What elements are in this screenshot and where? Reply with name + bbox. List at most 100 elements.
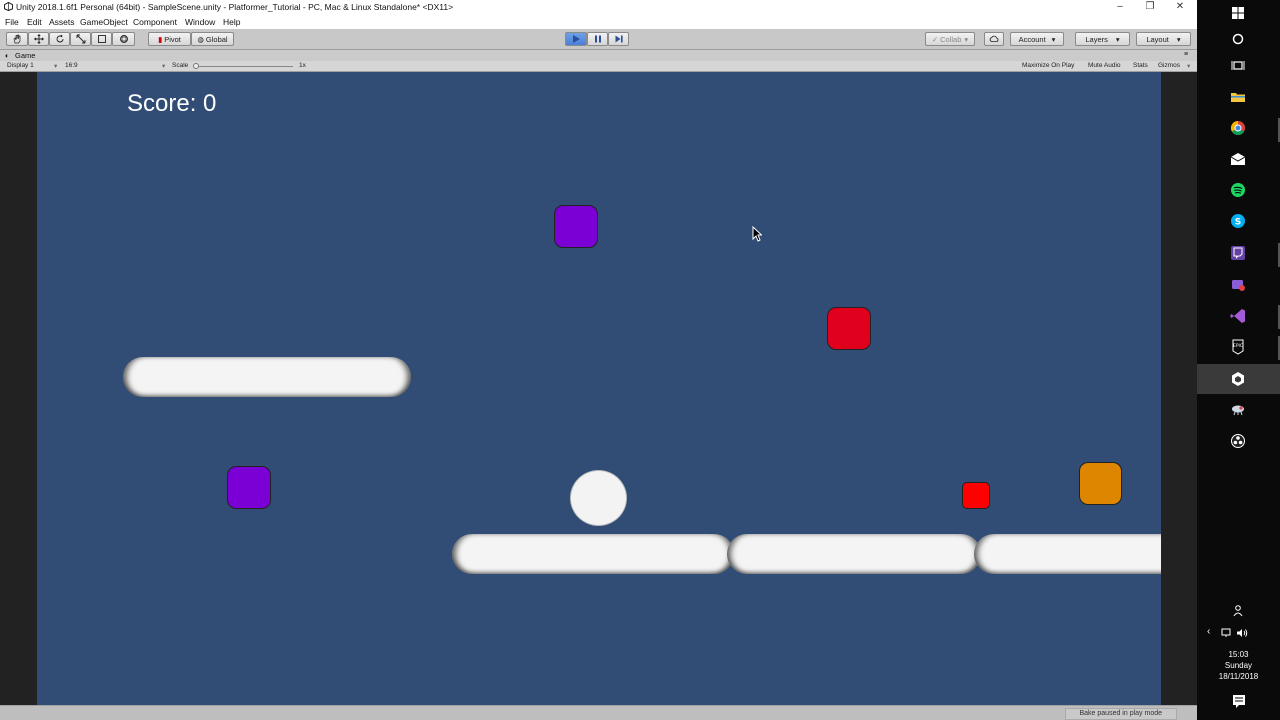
platform-lower-1	[452, 534, 734, 574]
skype-icon[interactable]: S	[1229, 212, 1247, 230]
mouse-cursor-icon	[752, 226, 762, 242]
chevron-left-icon[interactable]: ‹	[1207, 626, 1210, 637]
rotate-tool-button[interactable]	[49, 32, 70, 46]
chevron-down-icon: ▾	[1115, 34, 1120, 44]
account-dropdown[interactable]: Account ▾	[1010, 32, 1064, 46]
hand-tool-button[interactable]	[6, 32, 28, 46]
cloud-icon	[989, 35, 999, 42]
display-dropdown[interactable]: Display 1	[7, 62, 34, 69]
task-view-icon[interactable]	[1229, 57, 1247, 75]
rect-icon	[97, 35, 106, 43]
menu-edit[interactable]: Edit	[27, 17, 42, 27]
app-icon[interactable]	[1229, 276, 1247, 294]
svg-text:EPIC: EPIC	[1233, 343, 1243, 349]
gizmos-toggle[interactable]: Gizmos	[1158, 62, 1180, 69]
chevron-down-icon: ▾	[1051, 34, 1056, 44]
game-tab-header: ◐ Game ≡	[0, 50, 1197, 61]
player-ball	[570, 470, 627, 526]
purple-block	[227, 466, 271, 509]
cortana-icon[interactable]	[1229, 30, 1247, 48]
layout-label: Layout	[1146, 34, 1169, 44]
globe-icon: ◍	[197, 34, 204, 44]
clock-time[interactable]: 15:03	[1197, 650, 1280, 659]
epic-games-icon[interactable]: EPIC	[1229, 338, 1247, 356]
pause-button[interactable]	[587, 32, 608, 46]
notifications-icon[interactable]	[1230, 692, 1248, 710]
chevron-down-icon: ▾	[964, 34, 969, 44]
layers-dropdown[interactable]: Layers ▾	[1075, 32, 1130, 46]
step-icon	[615, 35, 623, 43]
menu-help[interactable]: Help	[223, 17, 240, 27]
pivot-icon: ▮	[158, 34, 163, 44]
rect-tool-button[interactable]	[91, 32, 112, 46]
transform-tool-button[interactable]	[112, 32, 135, 46]
purple-block	[554, 205, 598, 248]
pivot-toggle[interactable]: ▮ Pivot	[148, 32, 191, 46]
move-tool-button[interactable]	[28, 32, 49, 46]
layout-dropdown[interactable]: Layout ▾	[1136, 32, 1191, 46]
people-icon[interactable]	[1230, 602, 1248, 620]
file-explorer-icon[interactable]	[1229, 88, 1247, 106]
menu-gameobject[interactable]: GameObject	[80, 17, 128, 27]
visual-studio-icon[interactable]	[1229, 307, 1247, 325]
game-viewport[interactable]: Score: 0	[37, 72, 1161, 705]
mute-audio-toggle[interactable]: Mute Audio	[1088, 62, 1121, 69]
menu-assets[interactable]: Assets	[49, 17, 75, 27]
chrome-icon[interactable]	[1229, 119, 1247, 137]
transform-icon	[119, 35, 128, 43]
layers-label: Layers	[1085, 34, 1108, 44]
game-view-toolbar: Display 1 ▾ 16:9 ▾ Scale 1x Maximize On …	[0, 61, 1197, 72]
pause-icon	[594, 35, 601, 43]
collab-dropdown[interactable]: ✓ Collab ▾	[925, 32, 975, 46]
obs-icon[interactable]	[1229, 432, 1247, 450]
game-tab-icon: ◐	[5, 51, 10, 60]
platform-lower-2	[727, 534, 981, 574]
scale-tool-button[interactable]	[70, 32, 91, 46]
maximize-on-play-toggle[interactable]: Maximize On Play	[1022, 62, 1074, 69]
system-tray: ‹	[1205, 625, 1275, 641]
small-red-block	[962, 482, 990, 509]
app-icon[interactable]	[1229, 401, 1247, 419]
play-icon	[573, 35, 580, 43]
menu-file[interactable]: File	[5, 17, 19, 27]
chevron-down-icon: ▾	[162, 63, 166, 70]
scale-label: Scale	[172, 62, 189, 69]
close-button[interactable]: ✕	[1165, 0, 1195, 15]
mail-icon[interactable]	[1229, 150, 1247, 168]
pivot-label: Pivot	[164, 34, 181, 44]
stats-toggle[interactable]: Stats	[1133, 62, 1148, 69]
global-toggle[interactable]: ◍ Global	[191, 32, 234, 46]
scale-slider-handle[interactable]	[193, 63, 199, 69]
restore-button[interactable]: ❐	[1135, 0, 1165, 15]
volume-icon[interactable]	[1236, 628, 1248, 638]
menu-component[interactable]: Component	[133, 17, 177, 27]
step-button[interactable]	[608, 32, 629, 46]
rotate-icon	[56, 34, 63, 43]
windows-icon[interactable]	[1229, 4, 1247, 22]
game-tab[interactable]: Game	[15, 51, 35, 60]
menu-window[interactable]: Window	[185, 17, 215, 27]
chevron-down-icon: ▾	[54, 63, 58, 70]
scale-icon	[76, 34, 85, 44]
unity-icon[interactable]	[1229, 370, 1247, 388]
spotify-icon[interactable]	[1229, 181, 1247, 199]
unity-editor-window: Unity 2018.1.6f1 Personal (64bit) - Samp…	[0, 0, 1197, 720]
network-icon[interactable]	[1221, 628, 1233, 638]
aspect-dropdown[interactable]: 16:9	[65, 62, 78, 69]
hand-icon	[13, 34, 21, 44]
play-button[interactable]	[565, 32, 587, 46]
platform-upper-left	[123, 357, 411, 397]
title-bar: Unity 2018.1.6f1 Personal (64bit) - Samp…	[0, 0, 1197, 15]
scale-value: 1x	[299, 62, 306, 69]
account-label: Account	[1018, 34, 1046, 44]
global-label: Global	[205, 34, 228, 44]
minimize-button[interactable]: –	[1105, 0, 1135, 15]
scale-slider-track[interactable]	[196, 66, 293, 67]
orange-block	[1079, 462, 1122, 505]
cloud-button[interactable]	[984, 32, 1004, 46]
twitch-icon[interactable]	[1229, 244, 1247, 262]
tab-menu-icon[interactable]: ≡	[1184, 51, 1188, 58]
check-icon: ✓	[931, 34, 939, 44]
move-icon	[33, 34, 44, 44]
unity-logo-icon	[4, 2, 13, 11]
